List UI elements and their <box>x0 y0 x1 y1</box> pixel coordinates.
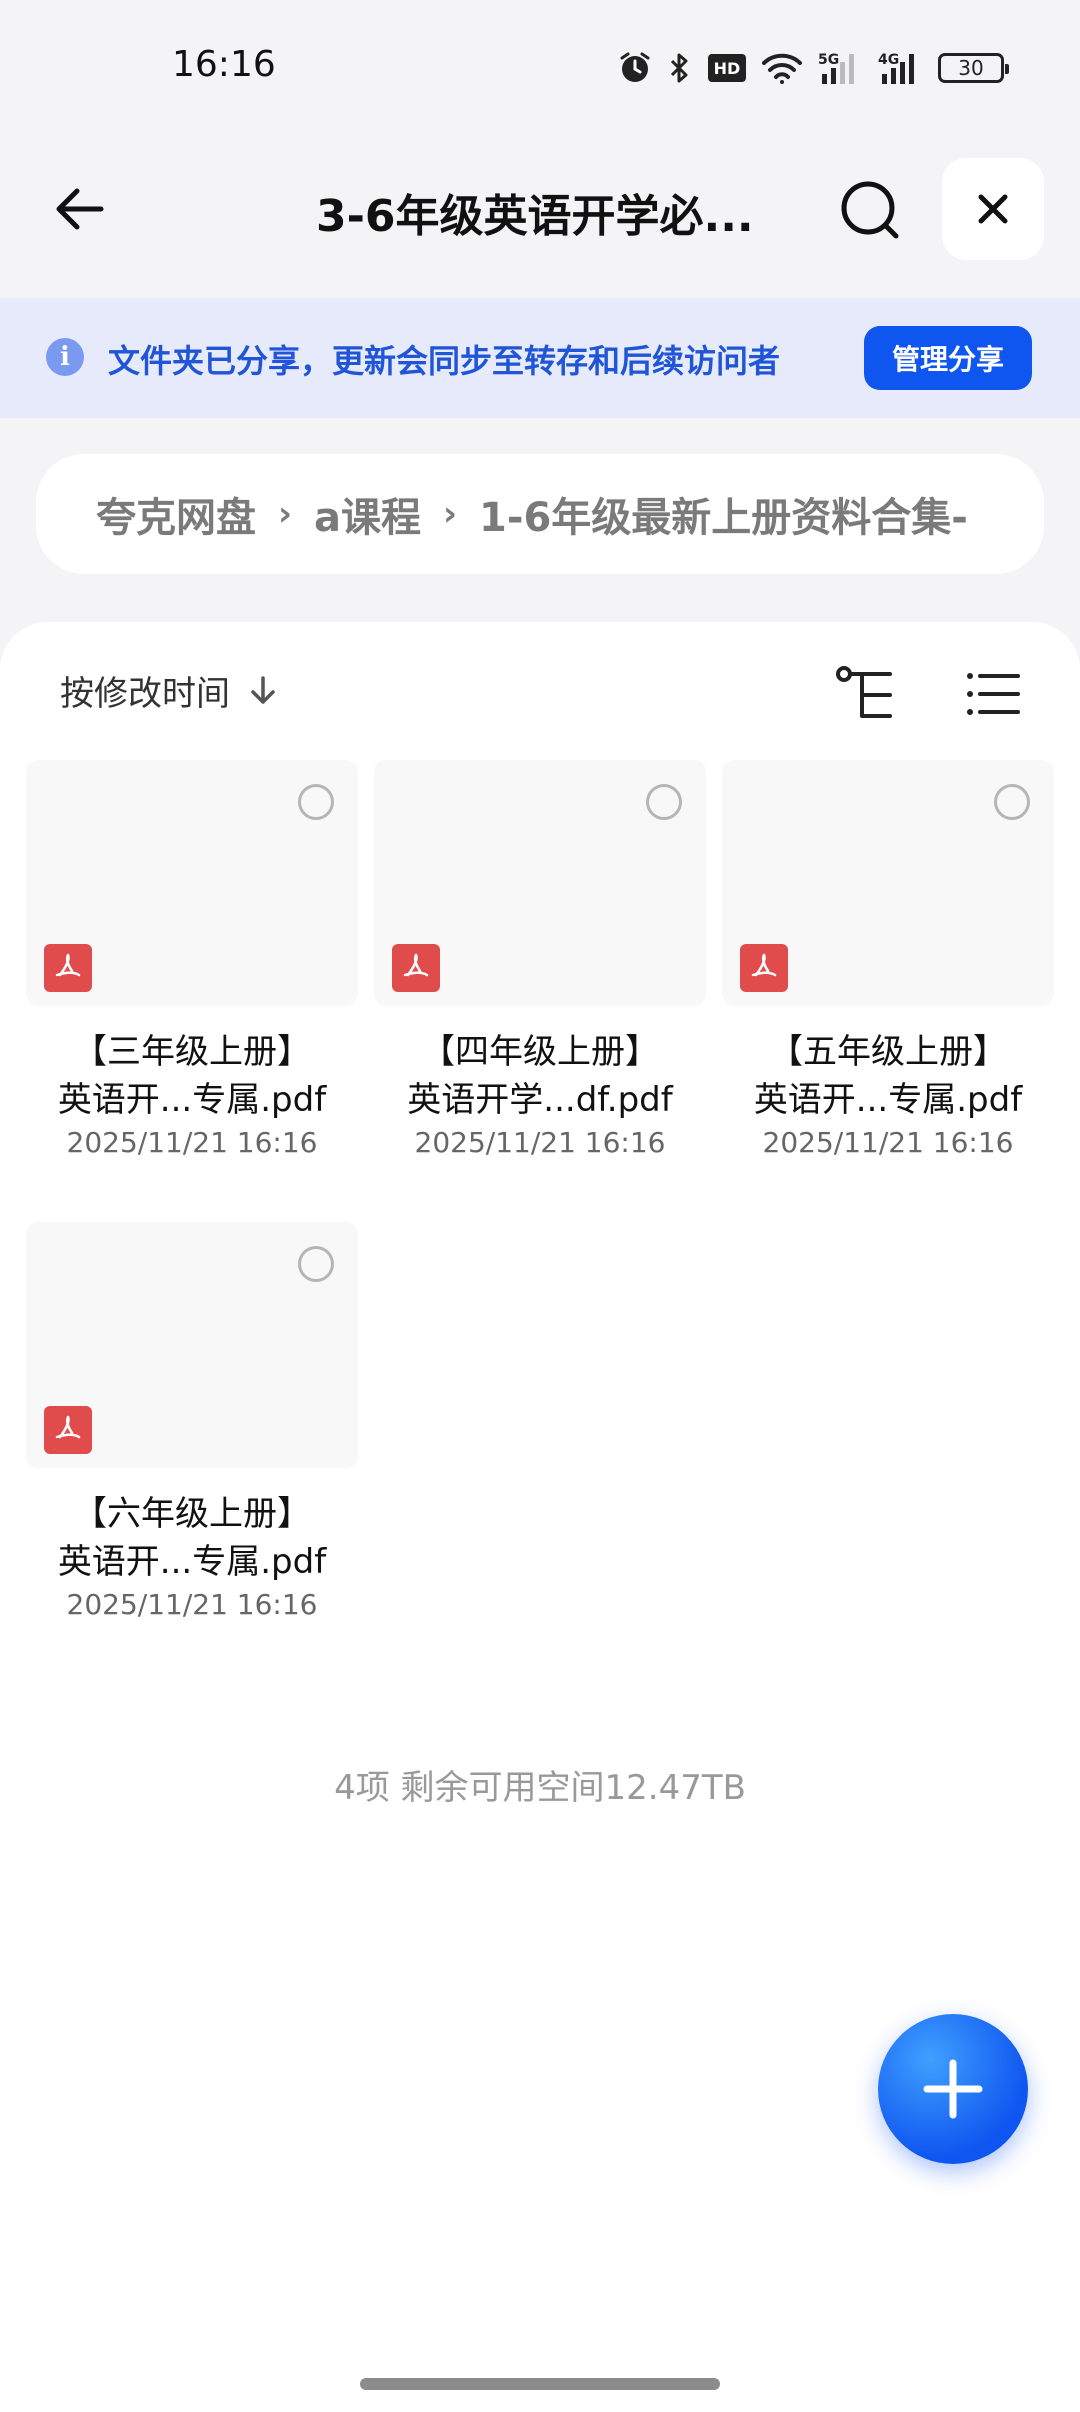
breadcrumb-item-root[interactable]: 夸克网盘 <box>96 485 256 543</box>
share-banner: i 文件夹已分享，更新会同步至转存和后续访问者 管理分享 <box>0 298 1080 418</box>
file-card[interactable]: 【六年级上册】 英语开...专属.pdf 2025/11/21 16:16 <box>26 1222 358 1642</box>
search-button[interactable] <box>834 174 906 246</box>
file-date: 2025/11/21 16:16 <box>762 1126 1014 1159</box>
pdf-icon <box>44 1406 92 1454</box>
add-button[interactable] <box>878 2014 1028 2164</box>
file-card[interactable]: 【三年级上册】 英语开...专属.pdf 2025/11/21 16:16 <box>26 760 358 1180</box>
select-checkbox[interactable] <box>646 784 682 820</box>
list-view-icon <box>967 673 1020 715</box>
file-name: 【四年级上册】 英语开学...df.pdf <box>374 1028 706 1124</box>
file-name-line: 【五年级上册】 <box>769 1032 1007 1072</box>
home-indicator[interactable] <box>360 2378 720 2390</box>
search-icon <box>841 181 899 239</box>
breadcrumb-item-collection[interactable]: 1-6年级最新上册资料合集- <box>479 485 968 543</box>
file-name: 【五年级上册】 英语开...专属.pdf <box>722 1028 1054 1124</box>
alarm-icon <box>618 51 652 85</box>
status-bar: 16:16 HD 5G 4G 30 <box>0 0 1080 140</box>
storage-summary: 4项 剩余可用空间12.47TB <box>334 1768 746 1808</box>
signal-4g-icon: 4G <box>878 50 922 86</box>
pdf-icon <box>392 944 440 992</box>
wifi-icon <box>762 52 802 84</box>
file-name-line: 英语开...专属.pdf <box>753 1080 1023 1120</box>
breadcrumb-item-course[interactable]: a课程 <box>314 485 421 543</box>
battery-icon: 30 <box>938 53 1009 83</box>
info-icon: i <box>46 338 84 376</box>
select-checkbox[interactable] <box>994 784 1030 820</box>
sort-label: 按修改时间 <box>60 674 230 714</box>
sort-button[interactable]: 按修改时间 <box>60 666 280 715</box>
file-name-line: 英语开...专属.pdf <box>57 1542 327 1582</box>
file-name-line: 【四年级上册】 <box>421 1032 659 1072</box>
page-title: 3-6年级英语开学必... <box>316 191 754 242</box>
list-view-button[interactable] <box>964 666 1020 722</box>
close-button[interactable] <box>942 158 1044 260</box>
status-icons: HD 5G 4G 30 <box>618 48 1009 88</box>
tree-view-button[interactable] <box>834 664 902 726</box>
back-button[interactable] <box>46 174 116 244</box>
arrow-left-icon <box>56 188 104 230</box>
tree-view-icon <box>836 666 892 718</box>
plus-icon <box>923 2059 983 2119</box>
file-name-line: 【三年级上册】 <box>73 1032 311 1072</box>
pdf-icon <box>44 944 92 992</box>
breadcrumb: 夸克网盘 › a课程 › 1-6年级最新上册资料合集- <box>36 454 1044 574</box>
arrow-down-icon <box>251 675 275 704</box>
select-checkbox[interactable] <box>298 784 334 820</box>
manage-share-button[interactable]: 管理分享 <box>864 326 1032 390</box>
select-checkbox[interactable] <box>298 1246 334 1282</box>
close-icon <box>978 194 1008 224</box>
breadcrumb-separator: › <box>278 494 293 534</box>
file-date: 2025/11/21 16:16 <box>66 1126 318 1159</box>
pdf-icon <box>740 944 788 992</box>
file-name-line: 英语开学...df.pdf <box>407 1080 673 1120</box>
breadcrumb-separator: › <box>443 494 458 534</box>
net-label-5g: 5G <box>818 52 839 68</box>
file-card[interactable]: 【四年级上册】 英语开学...df.pdf 2025/11/21 16:16 <box>374 760 706 1180</box>
file-card[interactable]: 【五年级上册】 英语开...专属.pdf 2025/11/21 16:16 <box>722 760 1054 1180</box>
hd-voice-icon: HD <box>708 54 746 82</box>
header: 3-6年级英语开学必... <box>0 140 1080 298</box>
file-name: 【六年级上册】 英语开...专属.pdf <box>26 1490 358 1586</box>
file-name-line: 英语开...专属.pdf <box>57 1080 327 1120</box>
signal-5g-icon: 5G <box>818 50 862 86</box>
net-label-4g: 4G <box>878 52 899 68</box>
bluetooth-icon <box>668 51 692 85</box>
file-name: 【三年级上册】 英语开...专属.pdf <box>26 1028 358 1124</box>
file-date: 2025/11/21 16:16 <box>414 1126 666 1159</box>
file-date: 2025/11/21 16:16 <box>66 1588 318 1621</box>
share-status-text: 文件夹已分享，更新会同步至转存和后续访问者 <box>108 342 781 380</box>
status-time: 16:16 <box>172 44 276 85</box>
file-name-line: 【六年级上册】 <box>73 1494 311 1534</box>
